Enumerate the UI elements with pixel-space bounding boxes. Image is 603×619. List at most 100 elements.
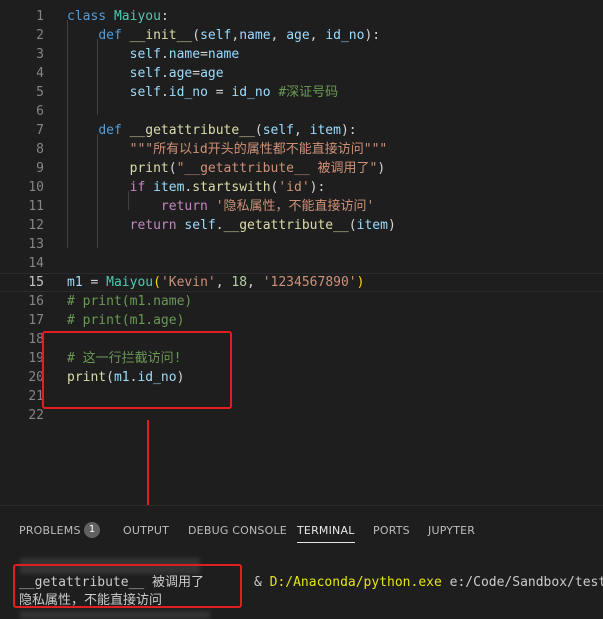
- code-token: #深证号码: [278, 85, 339, 100]
- tab-ports[interactable]: PORTS: [373, 524, 410, 537]
- code-line[interactable]: 17 # print(m1.age): [0, 311, 603, 330]
- code-token: name: [168, 47, 201, 62]
- code-token: ,: [215, 275, 232, 290]
- code-line[interactable]: 8 """所有以id开头的属性都不能直接访问""": [0, 140, 603, 159]
- panel-tabs: PROBLEMS 1 OUTPUT DEBUG CONSOLE TERMINAL…: [0, 506, 603, 546]
- code-line[interactable]: 10 if item.startswith('id'):: [0, 178, 603, 197]
- code-token: ):: [364, 28, 381, 43]
- code-line[interactable]: 15 m1 = Maiyou('Kevin', 18, '1234567890'): [0, 273, 603, 292]
- line-code: def __getattribute__(self, item):: [67, 121, 357, 140]
- line-number: 5: [36, 85, 44, 100]
- line-number: 18: [28, 332, 44, 347]
- line-number: 9: [36, 161, 44, 176]
- code-line[interactable]: 9 print("__getattribute__ 被调用了"): [0, 159, 603, 178]
- code-token: =: [200, 47, 208, 62]
- code-token: age: [286, 28, 310, 43]
- code-token: .: [215, 218, 224, 233]
- code-token: name: [207, 47, 240, 62]
- line-number: 8: [36, 142, 44, 157]
- code-token: ):: [340, 123, 357, 138]
- line-code: # print(m1.name): [67, 292, 192, 311]
- code-token: item: [153, 180, 185, 195]
- code-token: def: [98, 123, 122, 138]
- code-token: def: [98, 28, 122, 43]
- code-line[interactable]: 6: [0, 102, 603, 121]
- code-token: .: [160, 85, 169, 100]
- code-token: ): [377, 161, 386, 176]
- line-code: self.name=name: [67, 45, 240, 64]
- line-code: m1 = Maiyou('Kevin', 18, '1234567890'): [67, 273, 364, 292]
- tab-debug-console[interactable]: DEBUG CONSOLE: [188, 524, 287, 537]
- code-token: return: [129, 218, 177, 233]
- code-token: m1: [67, 275, 83, 290]
- code-line[interactable]: 14: [0, 254, 603, 273]
- code-token: ,: [294, 123, 310, 138]
- code-token: self: [129, 85, 161, 100]
- code-token: ,: [247, 275, 263, 290]
- command-prefix: &: [253, 575, 270, 590]
- line-code: def __init__(self,name, age, id_no):: [67, 26, 380, 45]
- line-number: 6: [36, 104, 44, 119]
- code-token: return: [160, 199, 208, 214]
- code-token: 18: [231, 275, 248, 290]
- code-token: ,: [309, 28, 326, 43]
- code-token: =: [82, 275, 107, 290]
- line-number: 19: [28, 351, 44, 366]
- code-line[interactable]: 12 return self.__getattribute__(item): [0, 216, 603, 235]
- code-line[interactable]: 11 return '隐私属性，不能直接访问': [0, 197, 603, 216]
- line-number: 1: [36, 9, 44, 24]
- line-number: 13: [28, 237, 44, 252]
- code-line[interactable]: 4 self.age=age: [0, 64, 603, 83]
- code-token: Maiyou: [113, 9, 161, 24]
- code-token: # print(m1.name): [67, 294, 193, 309]
- code-token: (: [192, 28, 201, 43]
- line-number: 12: [28, 218, 44, 233]
- tab-terminal[interactable]: TERMINAL: [297, 524, 355, 543]
- code-line[interactable]: 7 def __getattribute__(self, item):: [0, 121, 603, 140]
- tab-jupyter[interactable]: JUPYTER: [428, 524, 475, 537]
- tab-problems[interactable]: PROBLEMS: [19, 524, 81, 537]
- code-token: class: [67, 9, 107, 24]
- code-token: 'Kevin': [160, 275, 216, 290]
- line-code: self.id_no = id_no #深证号码: [67, 83, 339, 102]
- code-token: "__getattribute__ 被调用了": [176, 161, 378, 176]
- code-token: 'id': [278, 180, 310, 195]
- line-code: # print(m1.age): [67, 311, 184, 330]
- tab-output[interactable]: OUTPUT: [123, 524, 169, 537]
- code-token: self: [200, 28, 232, 43]
- code-line[interactable]: 2 def __init__(self,name, age, id_no):: [0, 26, 603, 45]
- code-token: Maiyou: [106, 275, 154, 290]
- code-line[interactable]: 5 self.id_no = id_no #深证号码: [0, 83, 603, 102]
- code-token: ): [356, 275, 365, 290]
- code-token: :: [160, 9, 169, 24]
- code-token: (: [168, 161, 177, 176]
- code-line[interactable]: 3 self.name=name: [0, 45, 603, 64]
- line-code: self.age=age: [67, 64, 224, 83]
- line-code: class Maiyou:: [67, 7, 169, 26]
- code-token: startswith: [192, 180, 271, 195]
- code-line[interactable]: 16 # print(m1.name): [0, 292, 603, 311]
- code-token: '隐私属性，不能直接访问': [215, 199, 375, 214]
- code-token: '1234567890': [262, 275, 357, 290]
- code-token: __init__: [129, 28, 193, 43]
- line-number: 16: [28, 294, 44, 309]
- code-token: """所有以id开头的属性都不能直接访问""": [129, 142, 388, 157]
- code-editor[interactable]: 1 class Maiyou: 2 def __init__(self,name, …: [0, 0, 603, 505]
- line-number: 17: [28, 313, 44, 328]
- problems-count-badge: 1: [84, 522, 100, 538]
- line-number: 22: [28, 408, 44, 423]
- code-token: item: [356, 218, 388, 233]
- line-number: 14: [28, 256, 44, 271]
- code-token: if: [129, 180, 146, 195]
- code-token: id_no: [168, 85, 208, 100]
- code-line[interactable]: 1 class Maiyou:: [0, 7, 603, 26]
- code-line[interactable]: 13: [0, 235, 603, 254]
